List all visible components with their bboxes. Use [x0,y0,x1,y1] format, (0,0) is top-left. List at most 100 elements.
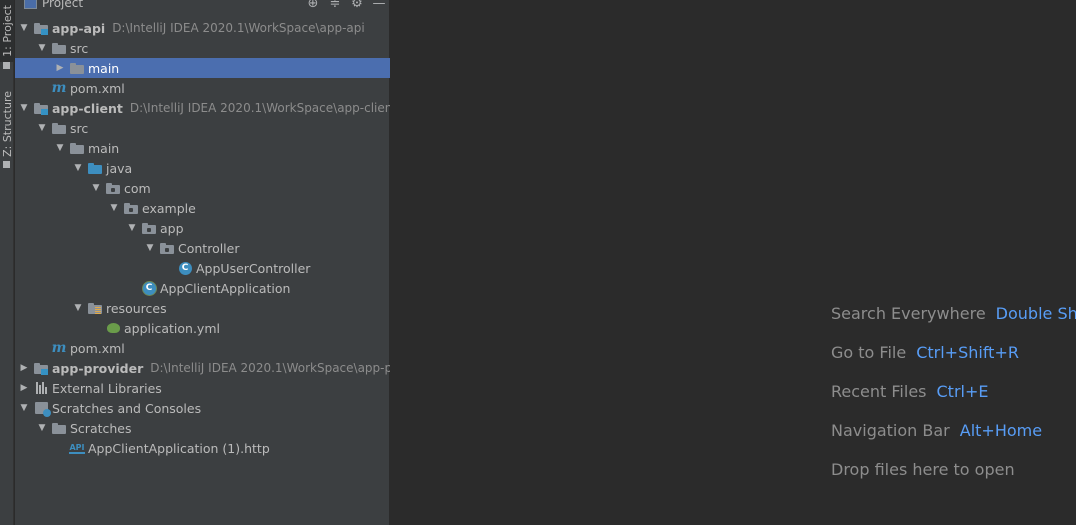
tree-label: resources [106,300,167,316]
libraries-icon [33,381,49,395]
project-panel-header: Project ⊕ ≑ ⚙ — [15,0,390,12]
tree-label: AppUserController [196,260,311,276]
tree-row-pom[interactable]: m pom.xml [15,338,390,358]
tree-row-com[interactable]: ▼ com [15,178,390,198]
project-panel: Project ⊕ ≑ ⚙ — ▼ app-api D:\IntelliJ ID… [15,0,390,525]
tree-row-scratches[interactable]: ▼ Scratches [15,418,390,438]
tree-row-pom[interactable]: m pom.xml [15,78,390,98]
tree-row-app[interactable]: ▼ app [15,218,390,238]
hint-text: Search Everywhere [831,304,986,323]
folder-icon [69,61,85,75]
module-folder-icon [33,101,49,115]
chevron-down-icon[interactable]: ▼ [33,43,51,53]
project-tool-tab[interactable]: 1: Project [0,0,14,62]
scratches-icon [33,401,51,417]
tree-label: app-provider [52,360,144,376]
tree-label: AppClientApplication (1).http [88,440,270,456]
chevron-down-icon[interactable]: ▼ [141,243,159,253]
chevron-down-icon[interactable]: ▼ [33,423,51,433]
chevron-down-icon[interactable]: ▼ [51,143,69,153]
tree-label: External Libraries [52,380,162,396]
project-tool-tab-label: 1: Project [0,5,14,57]
chevron-down-icon[interactable]: ▼ [15,23,33,33]
chevron-down-icon[interactable]: ▼ [123,223,141,233]
tree-label: src [70,120,89,136]
hint-shortcut: Ctrl+E [936,382,989,401]
chevron-down-icon[interactable]: ▼ [15,403,33,413]
tree-row-main-selected[interactable]: ▶ main [15,58,390,78]
tree-row-src[interactable]: ▼ src [15,38,390,58]
tree-label: src [70,40,89,56]
java-class-icon: C [177,261,193,275]
tree-row-main[interactable]: ▼ main [15,138,390,158]
tree-row-appclientapplication[interactable]: C AppClientApplication [15,278,390,298]
tree-row-java[interactable]: ▼ java [15,158,390,178]
package-icon [159,241,175,255]
tree-row-http-file[interactable]: API AppClientApplication (1).http [15,438,390,458]
tree-row-app-client[interactable]: ▼ app-client D:\IntelliJ IDEA 2020.1\Wor… [15,98,390,118]
folder-icon [69,141,85,155]
tree-row-src[interactable]: ▼ src [15,118,390,138]
structure-tool-tab[interactable]: Z: Structure [0,84,14,164]
hint-shortcut: Double Shift [995,304,1076,323]
tree-row-controller[interactable]: ▼ Controller [15,238,390,258]
tree-label: example [142,200,196,216]
hint-text: Recent Files [831,382,927,401]
tree-row-scratches-consoles[interactable]: ▼ Scratches and Consoles [15,398,390,418]
http-request-file-icon: API [69,442,85,454]
chevron-down-icon[interactable]: ▼ [105,203,123,213]
locate-icon[interactable]: ⊕ [302,0,324,11]
chevron-right-icon[interactable]: ▶ [15,363,33,373]
chevron-down-icon[interactable]: ▼ [87,183,105,193]
folder-icon [51,41,67,55]
chevron-down-icon[interactable]: ▼ [69,303,87,313]
tree-label: pom.xml [70,80,125,96]
project-tab-icon [3,54,10,73]
project-view-icon [24,0,37,9]
tree-label: app-api [52,20,106,36]
tree-label: main [88,140,120,156]
tree-label: application.yml [124,320,220,336]
chevron-right-icon[interactable]: ▶ [51,63,69,73]
tree-row-resources[interactable]: ▼ resources [15,298,390,318]
tree-row-external-libraries[interactable]: ▶ External Libraries [15,378,390,398]
tree-label: com [124,180,151,196]
hint-text: Go to File [831,343,907,362]
yaml-file-icon [105,321,121,335]
hint-recent-files: Recent Files Ctrl+E [831,382,1076,421]
tree-label: app-client [52,100,123,116]
structure-tab-icon [3,153,10,172]
gear-icon[interactable]: ⚙ [346,0,368,11]
tree-label: AppClientApplication [160,280,291,296]
resources-folder-icon [87,301,103,315]
chevron-right-icon[interactable]: ▶ [15,383,33,393]
tree-row-app-provider[interactable]: ▶ app-provider D:\IntelliJ IDEA 2020.1\W… [15,358,390,378]
hint-shortcut: Alt+Home [959,421,1043,440]
folder-icon [51,121,67,135]
tree-row-appusercontroller[interactable]: C AppUserController [15,258,390,278]
tree-label: main [88,60,120,76]
tree-row-application-yml[interactable]: application.yml [15,318,390,338]
tree-row-app-api[interactable]: ▼ app-api D:\IntelliJ IDEA 2020.1\WorkSp… [15,18,390,38]
tree-path: D:\IntelliJ IDEA 2020.1\WorkSpace\app-ap… [112,21,365,35]
hint-text: Drop files here to open [831,460,1015,479]
tree-label: Scratches [70,420,132,436]
maven-icon: m [51,340,67,356]
project-tree: ▼ app-api D:\IntelliJ IDEA 2020.1\WorkSp… [15,18,390,458]
hint-drop-files: Drop files here to open [831,460,1076,499]
tool-window-strip: 1: Project Z: Structure [0,0,14,525]
tree-label: pom.xml [70,340,125,356]
chevron-down-icon[interactable]: ▼ [69,163,87,173]
package-icon [141,221,157,235]
hint-shortcut: Ctrl+Shift+R [916,343,1019,362]
project-panel-title[interactable]: Project [42,0,302,10]
chevron-down-icon[interactable]: ▼ [33,123,51,133]
hide-icon[interactable]: — [368,0,390,11]
chevron-down-icon[interactable]: ▼ [15,103,33,113]
tree-label: app [160,220,184,236]
editor-empty-hints: Search Everywhere Double Shift Go to Fil… [831,304,1076,499]
tree-row-example[interactable]: ▼ example [15,198,390,218]
maven-icon: m [51,80,67,96]
hint-go-to-file: Go to File Ctrl+Shift+R [831,343,1076,382]
collapse-all-icon[interactable]: ≑ [324,0,346,11]
